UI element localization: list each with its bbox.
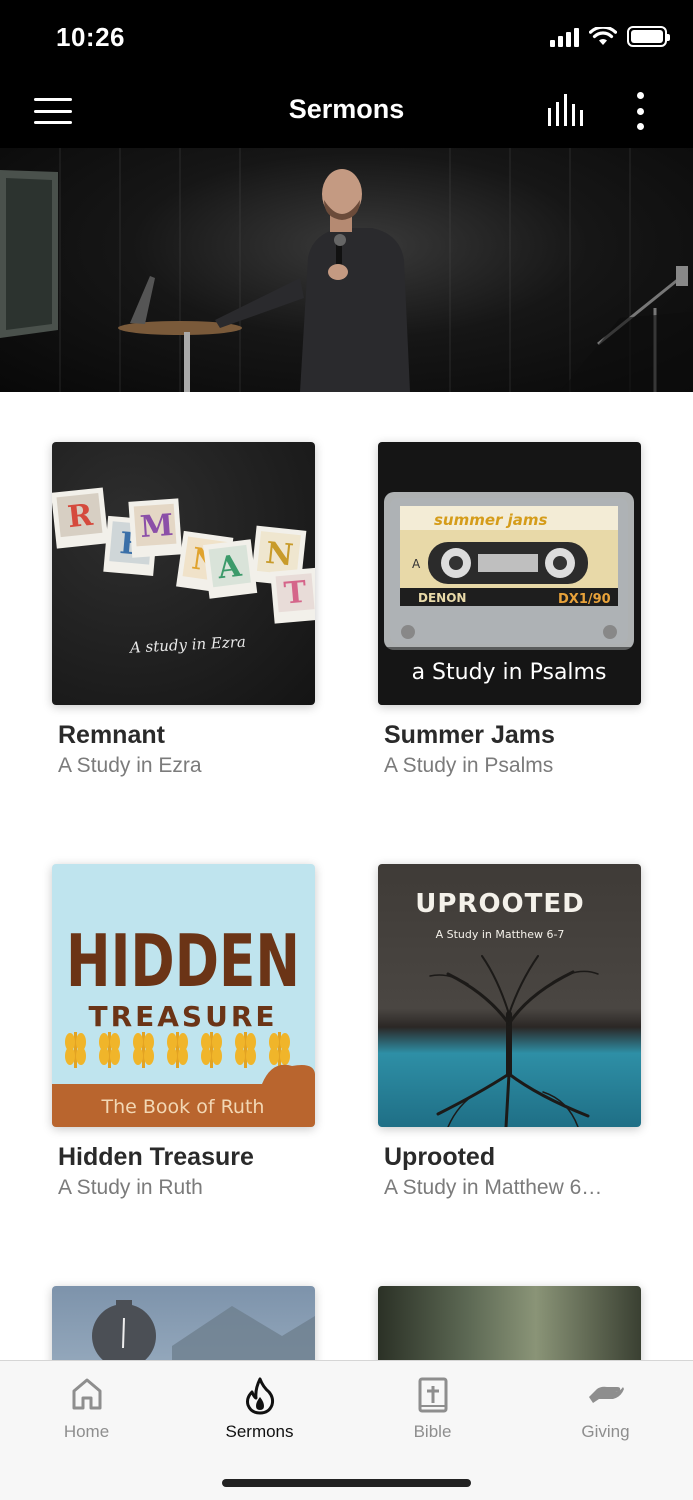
series-artwork: HIDDEN TREASURE The Book of Ruth (52, 864, 315, 1127)
series-title: Uprooted (384, 1143, 496, 1171)
art-letter: R (66, 498, 96, 536)
tape-side: A (412, 557, 421, 571)
series-card-partial-left[interactable] (52, 1286, 316, 1360)
navigation-bar: Sermons (0, 78, 693, 148)
art-title-line2: TREASURE (88, 1000, 277, 1033)
art-title-line1: UPROOTED (415, 889, 584, 919)
sermon-series-grid: R E M N A N T A study in Ezra Remnant A … (0, 392, 693, 1360)
series-card-uprooted[interactable]: UPROOTED A Study in Matthew 6-7 Uprooted… (378, 864, 642, 1200)
status-icons (550, 26, 670, 47)
tab-label: Giving (581, 1422, 630, 1441)
series-subtitle: A Study in Ezra (58, 754, 202, 777)
art-letter: T (283, 575, 309, 612)
art-letter: M (139, 508, 175, 545)
series-artwork: summer jams A DENON DX1/90 a Study in Ps… (378, 442, 641, 705)
more-options-button[interactable] (630, 92, 650, 130)
series-artwork (52, 1286, 315, 1360)
hero-image (0, 148, 693, 392)
tab-label: Sermons (225, 1422, 294, 1441)
flame-icon (245, 1377, 274, 1415)
cellular-signal-icon (550, 27, 579, 47)
series-subtitle: A Study in Psalms (384, 754, 554, 777)
series-title: Summer Jams (384, 721, 555, 749)
status-bar: 10:26 (0, 0, 693, 78)
series-card-summer-jams[interactable]: summer jams A DENON DX1/90 a Study in Ps… (378, 442, 642, 778)
series-card-remnant[interactable]: R E M N A N T A study in Ezra Remnant A … (52, 442, 316, 778)
series-title: Hidden Treasure (58, 1143, 254, 1171)
giving-hand-icon (588, 1386, 624, 1403)
tab-label: Bible (413, 1422, 452, 1441)
art-caption: a Study in Psalms (412, 660, 607, 685)
tab-giving[interactable]: Giving (519, 1361, 692, 1461)
audio-levels-icon[interactable] (546, 94, 588, 126)
tab-label: Home (63, 1422, 110, 1441)
art-caption: A study in Ezra (127, 633, 246, 657)
art-caption: The Book of Ruth (101, 1096, 265, 1118)
tab-sermons[interactable]: Sermons (173, 1361, 346, 1461)
art-title-line2: A Study in Matthew 6-7 (436, 928, 565, 941)
battery-icon (627, 26, 670, 47)
tab-bar: Home Sermons Bible Giving (0, 1360, 693, 1500)
series-card-hidden-treasure[interactable]: HIDDEN TREASURE The Book of Ruth Hidden … (52, 864, 316, 1200)
home-indicator (222, 1479, 471, 1487)
art-letter: A (215, 549, 244, 587)
art-letter: N (264, 536, 295, 574)
series-artwork (378, 1286, 641, 1360)
series-subtitle: A Study in Ruth (58, 1176, 203, 1199)
bible-icon (418, 1377, 447, 1413)
page-title: Sermons (288, 94, 405, 124)
tab-bible[interactable]: Bible (346, 1361, 519, 1461)
status-time: 10:26 (56, 22, 125, 52)
art-title-line1: HIDDEN (66, 919, 300, 1003)
wifi-icon (589, 26, 617, 45)
series-title: Remnant (58, 721, 165, 749)
series-artwork: UPROOTED A Study in Matthew 6-7 (378, 864, 641, 1127)
tape-model: DX1/90 (558, 592, 611, 607)
tab-home[interactable]: Home (0, 1361, 173, 1461)
series-subtitle: A Study in Matthew 6… (384, 1176, 603, 1199)
tape-brand: DENON (418, 591, 466, 605)
tape-label: summer jams (434, 511, 548, 529)
home-icon (72, 1378, 101, 1410)
series-card-partial-right[interactable] (378, 1286, 642, 1360)
series-artwork: R E M N A N T A study in Ezra (52, 442, 315, 705)
